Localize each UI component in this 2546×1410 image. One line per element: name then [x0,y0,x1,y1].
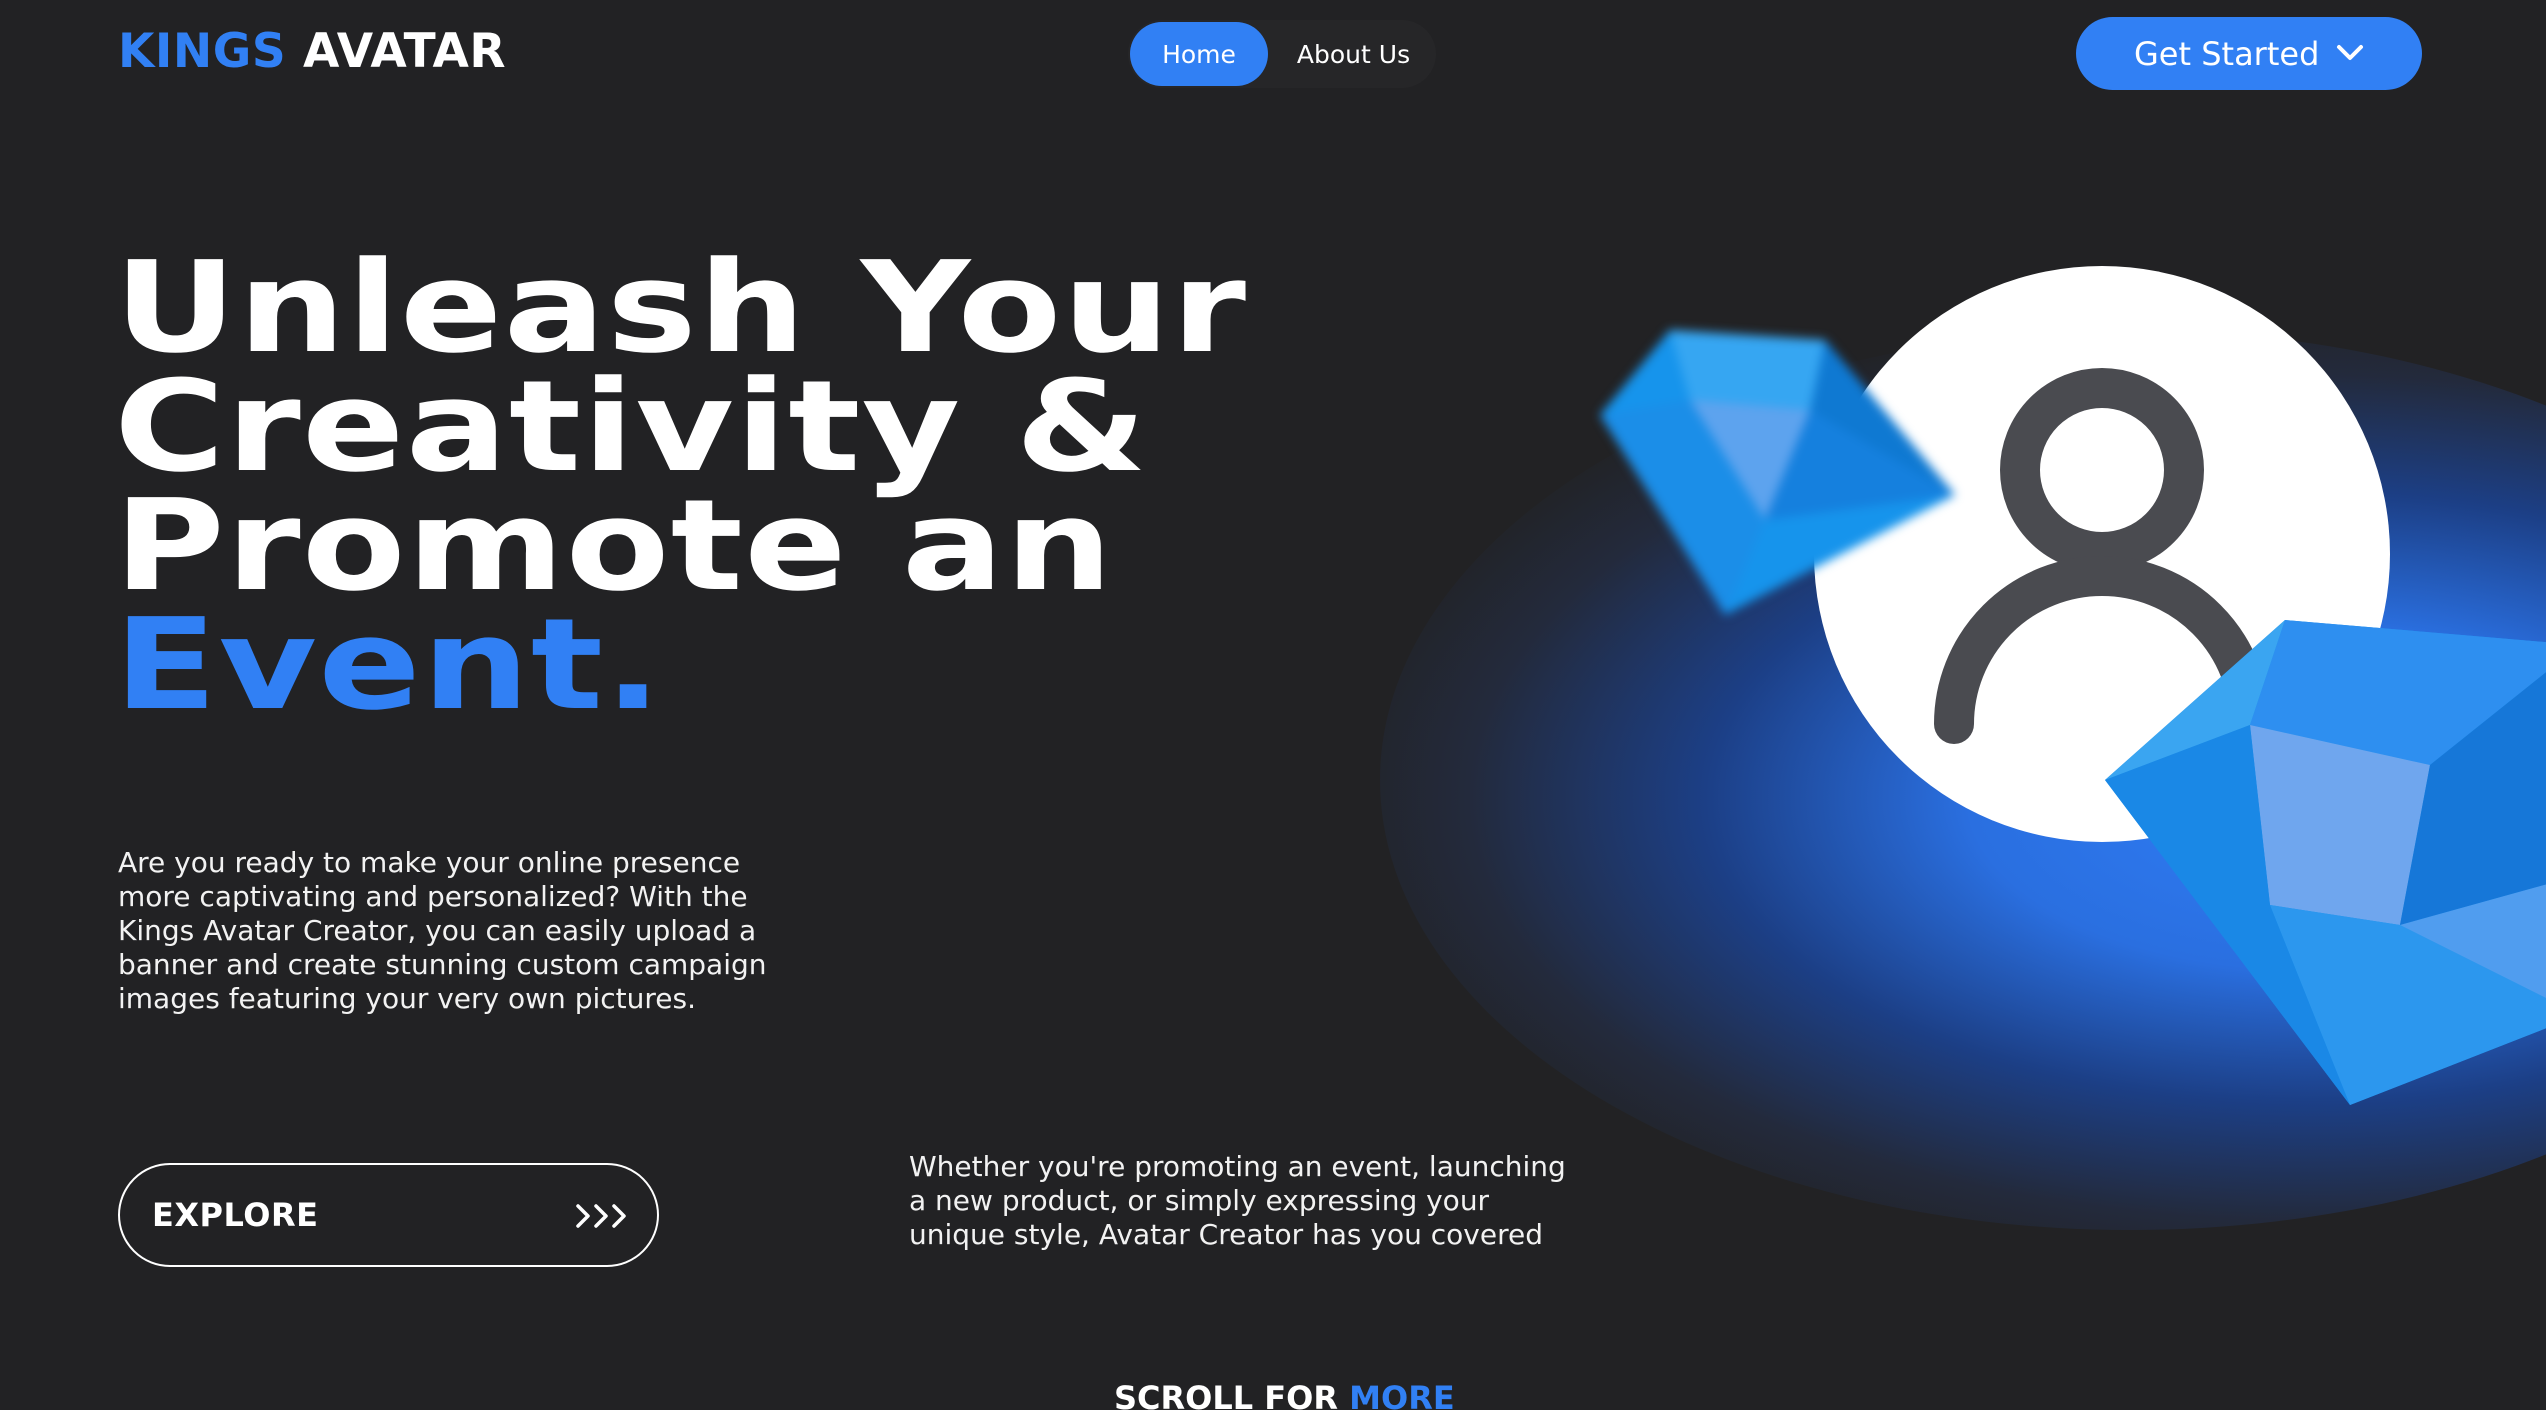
nav-home-link[interactable]: Home [1130,22,1268,86]
logo-text: AVATAR [303,24,507,79]
hero-title-line-1: Unleash Your [114,234,1248,381]
scroll-prefix: SCROLL FOR [1114,1379,1338,1410]
hero-title: Unleash Your Creativity & Promote an Eve… [114,234,1248,738]
get-started-label: Get Started [2134,34,2320,73]
scroll-highlight: MORE [1349,1379,1455,1410]
nav-about-link[interactable]: About Us [1281,22,1426,86]
logo-accent-text: KINGS [118,24,287,79]
gem-icon [1600,330,1955,615]
chevron-down-icon [2337,45,2363,60]
get-started-button[interactable]: Get Started [2076,17,2422,90]
triple-chevron-right-icon [576,1204,626,1228]
scroll-for-more-link[interactable]: SCROLL FOR MORE [1114,1379,1455,1410]
explore-label: EXPLORE [152,1196,319,1234]
main-nav: Home About Us [1128,20,1436,88]
hero-title-line-2: Creativity & [114,353,1149,500]
hero-title-highlight: Event. [114,591,663,738]
landing-page: KINGS AVATAR Home About Us Get Started U… [0,0,2546,1410]
hero-intro-text: Are you ready to make your online presen… [118,846,767,1015]
brand-logo[interactable]: KINGS AVATAR [118,24,506,79]
hero-title-line-3: Promote an [114,472,1114,619]
gem-icon [2105,620,2546,1105]
hero-secondary-text: Whether you're promoting an event, launc… [909,1150,1566,1251]
explore-button[interactable]: EXPLORE [118,1163,659,1267]
